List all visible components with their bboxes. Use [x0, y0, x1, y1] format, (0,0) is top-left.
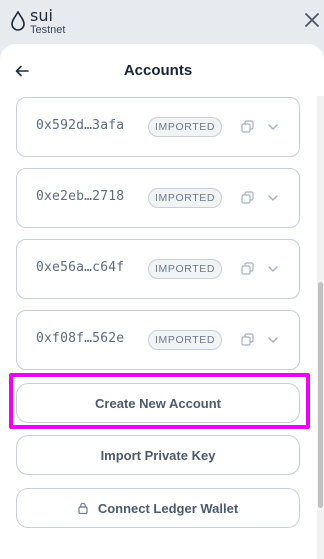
chevron-down-icon[interactable] [267, 121, 279, 133]
sui-logo: sui Testnet [10, 7, 90, 37]
imported-badge: IMPORTED [148, 188, 223, 208]
sui-drop-icon [11, 11, 25, 31]
create-account-button[interactable]: Create New Account [16, 383, 300, 423]
chevron-down-icon[interactable] [267, 263, 279, 275]
network-label: Testnet [30, 24, 66, 36]
account-item[interactable]: 0x592d…3afa IMPORTED [16, 97, 300, 157]
accounts-panel: Accounts 0x592d…3afa IMPORTED 0xe2eb…271… [0, 44, 324, 559]
chevron-down-icon[interactable] [267, 334, 279, 346]
import-private-key-label: Import Private Key [100, 447, 216, 463]
connect-ledger-label: Connect Ledger Wallet [97, 500, 239, 516]
close-button[interactable] [302, 10, 322, 30]
account-item[interactable]: 0xe56a…c64f IMPORTED [16, 239, 300, 299]
page-title: Accounts [123, 62, 193, 79]
copy-icon[interactable] [241, 191, 255, 205]
imported-badge: IMPORTED [148, 117, 223, 137]
copy-icon[interactable] [241, 333, 255, 347]
account-item[interactable]: 0xf08f…562e IMPORTED [16, 310, 300, 370]
import-private-key-button[interactable]: Import Private Key [16, 435, 300, 475]
lock-icon [78, 502, 88, 514]
imported-badge: IMPORTED [148, 259, 223, 279]
brand-name: sui [30, 6, 53, 25]
account-address: 0xf08f…562e [36, 331, 125, 346]
imported-badge: IMPORTED [148, 330, 223, 350]
account-address: 0xe2eb…2718 [36, 189, 125, 204]
create-account-label: Create New Account [95, 395, 221, 411]
connect-ledger-button[interactable]: Connect Ledger Wallet [16, 488, 300, 528]
close-icon [305, 13, 319, 27]
account-address: 0xe56a…c64f [36, 260, 125, 275]
scrollbar-thumb[interactable] [318, 282, 323, 508]
copy-icon[interactable] [241, 120, 255, 134]
top-bar: sui Testnet [0, 0, 324, 40]
chevron-down-icon[interactable] [267, 192, 279, 204]
account-item[interactable]: 0xe2eb…2718 IMPORTED [16, 168, 300, 228]
account-address: 0x592d…3afa [36, 118, 125, 133]
page-header: Accounts [0, 44, 324, 96]
copy-icon[interactable] [241, 262, 255, 276]
